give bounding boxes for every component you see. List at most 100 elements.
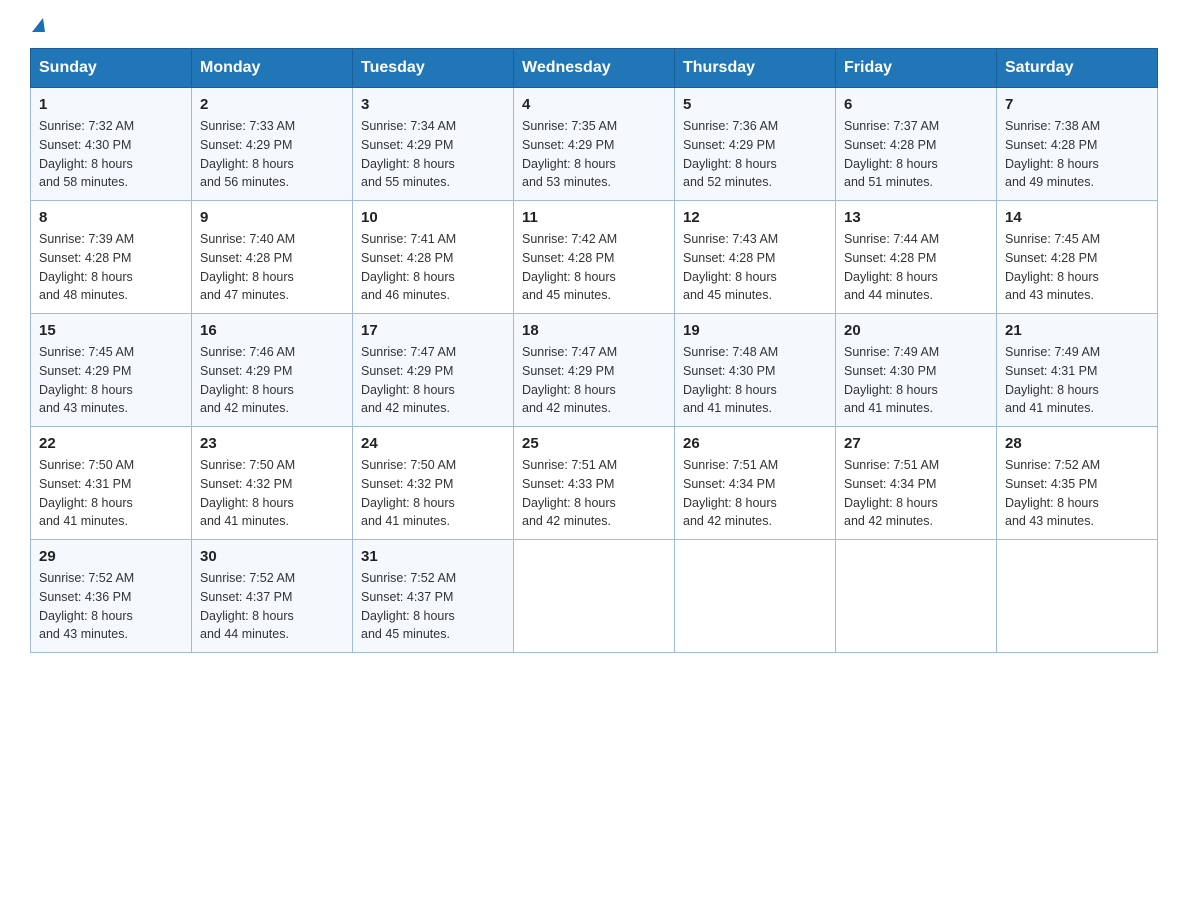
calendar-week-row: 22Sunrise: 7:50 AMSunset: 4:31 PMDayligh… — [31, 427, 1158, 540]
day-number: 18 — [522, 322, 666, 339]
day-cell: 29 Sunrise: 7:52 AMSunset: 4:36 PMDayligh… — [31, 540, 192, 653]
day-cell: 10Sunrise: 7:41 AMSunset: 4:28 PMDayligh… — [353, 201, 514, 314]
page-header — [30, 20, 1158, 30]
day-cell: 18 Sunrise: 7:47 AMSunset: 4:29 PMDayligh… — [514, 314, 675, 427]
weekday-header-row: Sunday Monday Tuesday Wednesday Thursday… — [31, 49, 1158, 88]
day-info: Sunrise: 7:34 AMSunset: 4:29 PMDaylight:… — [361, 117, 505, 192]
day-info: Sunrise: 7:33 AMSunset: 4:29 PMDaylight:… — [200, 117, 344, 192]
day-info: Sunrise: 7:35 AMSunset: 4:29 PMDaylight:… — [522, 117, 666, 192]
day-info: Sunrise: 7:52 AMSunset: 4:36 PMDaylight:… — [39, 569, 183, 644]
day-cell: 21 Sunrise: 7:49 AMSunset: 4:31 PMDayligh… — [997, 314, 1158, 427]
calendar-week-row: 15 Sunrise: 7:45 AMSunset: 4:29 PMDayligh… — [31, 314, 1158, 427]
day-info: Sunrise: 7:40 AMSunset: 4:28 PMDaylight:… — [200, 230, 344, 305]
header-monday: Monday — [192, 49, 353, 88]
calendar-week-row: 1 Sunrise: 7:32 AMSunset: 4:30 PMDaylight… — [31, 88, 1158, 201]
calendar-week-row: 29 Sunrise: 7:52 AMSunset: 4:36 PMDayligh… — [31, 540, 1158, 653]
day-cell: 23 Sunrise: 7:50 AMSunset: 4:32 PMDayligh… — [192, 427, 353, 540]
day-info: Sunrise: 7:48 AMSunset: 4:30 PMDaylight:… — [683, 343, 827, 418]
day-number: 8 — [39, 209, 183, 226]
day-number: 12 — [683, 209, 827, 226]
day-cell: 7 Sunrise: 7:38 AMSunset: 4:28 PMDaylight… — [997, 88, 1158, 201]
header-friday: Friday — [836, 49, 997, 88]
day-info: Sunrise: 7:44 AMSunset: 4:28 PMDaylight:… — [844, 230, 988, 305]
day-number: 30 — [200, 548, 344, 565]
day-info: Sunrise: 7:36 AMSunset: 4:29 PMDaylight:… — [683, 117, 827, 192]
day-number: 23 — [200, 435, 344, 452]
empty-day-cell — [836, 540, 997, 653]
day-info: Sunrise: 7:51 AMSunset: 4:34 PMDaylight:… — [844, 456, 988, 531]
day-info: Sunrise: 7:52 AMSunset: 4:37 PMDaylight:… — [200, 569, 344, 644]
day-cell: 19 Sunrise: 7:48 AMSunset: 4:30 PMDayligh… — [675, 314, 836, 427]
day-cell: 28Sunrise: 7:52 AMSunset: 4:35 PMDayligh… — [997, 427, 1158, 540]
day-number: 21 — [1005, 322, 1149, 339]
day-number: 1 — [39, 96, 183, 113]
day-number: 11 — [522, 209, 666, 226]
header-thursday: Thursday — [675, 49, 836, 88]
day-info: Sunrise: 7:37 AMSunset: 4:28 PMDaylight:… — [844, 117, 988, 192]
day-number: 3 — [361, 96, 505, 113]
day-info: Sunrise: 7:52 AMSunset: 4:35 PMDaylight:… — [1005, 456, 1149, 531]
empty-day-cell — [997, 540, 1158, 653]
day-number: 19 — [683, 322, 827, 339]
day-info: Sunrise: 7:39 AMSunset: 4:28 PMDaylight:… — [39, 230, 183, 305]
header-saturday: Saturday — [997, 49, 1158, 88]
day-info: Sunrise: 7:42 AMSunset: 4:28 PMDaylight:… — [522, 230, 666, 305]
day-number: 13 — [844, 209, 988, 226]
day-cell: 4 Sunrise: 7:35 AMSunset: 4:29 PMDaylight… — [514, 88, 675, 201]
day-number: 10 — [361, 209, 505, 226]
logo-triangle-icon — [32, 18, 45, 32]
day-info: Sunrise: 7:38 AMSunset: 4:28 PMDaylight:… — [1005, 117, 1149, 192]
day-number: 20 — [844, 322, 988, 339]
day-number: 6 — [844, 96, 988, 113]
day-cell: 13 Sunrise: 7:44 AMSunset: 4:28 PMDayligh… — [836, 201, 997, 314]
day-number: 4 — [522, 96, 666, 113]
day-info: Sunrise: 7:51 AMSunset: 4:33 PMDaylight:… — [522, 456, 666, 531]
header-sunday: Sunday — [31, 49, 192, 88]
day-info: Sunrise: 7:43 AMSunset: 4:28 PMDaylight:… — [683, 230, 827, 305]
day-cell: 9 Sunrise: 7:40 AMSunset: 4:28 PMDaylight… — [192, 201, 353, 314]
header-tuesday: Tuesday — [353, 49, 514, 88]
day-cell: 17Sunrise: 7:47 AMSunset: 4:29 PMDayligh… — [353, 314, 514, 427]
day-info: Sunrise: 7:52 AMSunset: 4:37 PMDaylight:… — [361, 569, 505, 644]
day-number: 26 — [683, 435, 827, 452]
day-number: 15 — [39, 322, 183, 339]
day-cell: 14 Sunrise: 7:45 AMSunset: 4:28 PMDayligh… — [997, 201, 1158, 314]
day-number: 24 — [361, 435, 505, 452]
day-cell: 2 Sunrise: 7:33 AMSunset: 4:29 PMDaylight… — [192, 88, 353, 201]
day-cell: 11 Sunrise: 7:42 AMSunset: 4:28 PMDayligh… — [514, 201, 675, 314]
day-cell: 22Sunrise: 7:50 AMSunset: 4:31 PMDayligh… — [31, 427, 192, 540]
day-info: Sunrise: 7:45 AMSunset: 4:28 PMDaylight:… — [1005, 230, 1149, 305]
day-info: Sunrise: 7:47 AMSunset: 4:29 PMDaylight:… — [522, 343, 666, 418]
day-number: 9 — [200, 209, 344, 226]
day-cell: 5 Sunrise: 7:36 AMSunset: 4:29 PMDaylight… — [675, 88, 836, 201]
day-cell: 12 Sunrise: 7:43 AMSunset: 4:28 PMDayligh… — [675, 201, 836, 314]
day-cell: 20 Sunrise: 7:49 AMSunset: 4:30 PMDayligh… — [836, 314, 997, 427]
day-cell: 24Sunrise: 7:50 AMSunset: 4:32 PMDayligh… — [353, 427, 514, 540]
day-info: Sunrise: 7:50 AMSunset: 4:32 PMDaylight:… — [200, 456, 344, 531]
day-info: Sunrise: 7:49 AMSunset: 4:31 PMDaylight:… — [1005, 343, 1149, 418]
day-cell: 16 Sunrise: 7:46 AMSunset: 4:29 PMDayligh… — [192, 314, 353, 427]
day-cell: 8 Sunrise: 7:39 AMSunset: 4:28 PMDaylight… — [31, 201, 192, 314]
day-cell: 31Sunrise: 7:52 AMSunset: 4:37 PMDayligh… — [353, 540, 514, 653]
day-info: Sunrise: 7:49 AMSunset: 4:30 PMDaylight:… — [844, 343, 988, 418]
day-number: 17 — [361, 322, 505, 339]
day-number: 14 — [1005, 209, 1149, 226]
day-number: 2 — [200, 96, 344, 113]
day-cell: 1 Sunrise: 7:32 AMSunset: 4:30 PMDaylight… — [31, 88, 192, 201]
day-number: 7 — [1005, 96, 1149, 113]
day-cell: 15 Sunrise: 7:45 AMSunset: 4:29 PMDayligh… — [31, 314, 192, 427]
day-info: Sunrise: 7:45 AMSunset: 4:29 PMDaylight:… — [39, 343, 183, 418]
day-number: 5 — [683, 96, 827, 113]
logo — [30, 20, 46, 30]
day-number: 22 — [39, 435, 183, 452]
day-number: 25 — [522, 435, 666, 452]
day-cell: 27 Sunrise: 7:51 AMSunset: 4:34 PMDayligh… — [836, 427, 997, 540]
day-cell: 3 Sunrise: 7:34 AMSunset: 4:29 PMDaylight… — [353, 88, 514, 201]
day-info: Sunrise: 7:32 AMSunset: 4:30 PMDaylight:… — [39, 117, 183, 192]
day-number: 29 — [39, 548, 183, 565]
day-number: 27 — [844, 435, 988, 452]
day-info: Sunrise: 7:46 AMSunset: 4:29 PMDaylight:… — [200, 343, 344, 418]
day-cell: 30 Sunrise: 7:52 AMSunset: 4:37 PMDayligh… — [192, 540, 353, 653]
day-number: 16 — [200, 322, 344, 339]
calendar-week-row: 8 Sunrise: 7:39 AMSunset: 4:28 PMDaylight… — [31, 201, 1158, 314]
